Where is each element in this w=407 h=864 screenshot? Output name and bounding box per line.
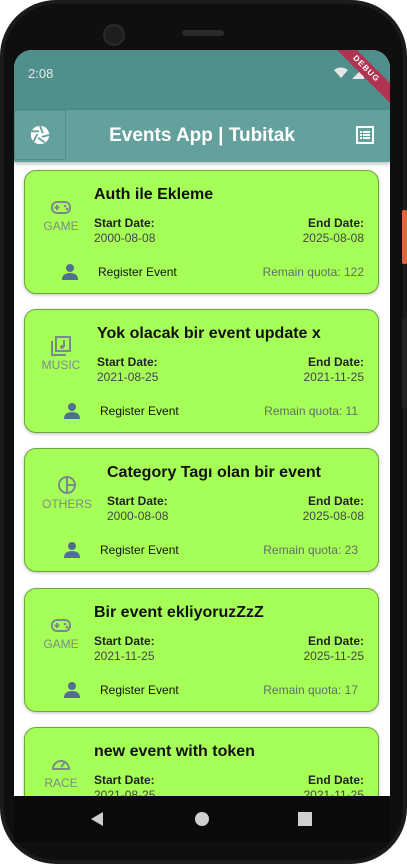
category-label: MUSIC (41, 358, 81, 372)
end-date: 2025-11-25 (303, 649, 365, 663)
end-date-label: End Date: (307, 355, 364, 369)
event-card[interactable]: GAME Auth ile Ekleme Start Date: 2000-08… (24, 170, 379, 294)
remain-quota: Remain quota: 23 (263, 543, 358, 557)
event-title: Auth ile Ekleme (94, 186, 214, 203)
start-date: 2021-08-25 (97, 370, 159, 384)
end-date: 2021-11-25 (303, 370, 365, 384)
device-screen: 2:08 DEBUG Events App | Tubitak GAME Aut… (14, 50, 390, 796)
back-triangle-icon (91, 812, 103, 826)
end-date: 2025-08-08 (302, 509, 364, 523)
category-label: RACE (44, 776, 78, 790)
person-icon (64, 682, 80, 698)
end-date-label: End Date: (307, 216, 364, 230)
person-icon (62, 264, 78, 280)
status-time: 2:08 (28, 66, 54, 81)
debug-banner: DEBUG (325, 50, 390, 110)
gamepad-icon (51, 201, 71, 214)
event-category: MUSIC (35, 336, 87, 372)
volume-button[interactable] (402, 318, 407, 408)
app-bar: Events App | Tubitak (14, 110, 390, 162)
end-date-label: End Date: (307, 773, 364, 787)
front-camera (103, 24, 125, 46)
start-date: 2021-08-25 (94, 788, 156, 796)
category-label: GAME (43, 219, 79, 233)
nav-home-button[interactable] (192, 809, 212, 829)
register-event-button[interactable]: Register Event (100, 543, 179, 557)
earpiece-speaker (182, 30, 224, 36)
start-date-label: Start Date: (94, 216, 155, 230)
event-category: OTHERS (37, 475, 97, 511)
pie-chart-icon (58, 476, 76, 494)
nav-back-button[interactable] (87, 809, 107, 829)
event-title: Category Tagı olan bir event (107, 464, 321, 481)
register-event-button[interactable]: Register Event (98, 265, 177, 279)
event-title: Bir event ekliyoruzZzZ (94, 604, 264, 621)
start-date-label: Start Date: (94, 634, 155, 648)
gamepad-icon (51, 619, 71, 632)
start-date-label: Start Date: (97, 355, 158, 369)
end-date: 2025-08-08 (302, 231, 364, 245)
event-card[interactable]: RACE new event with token Start Date: 20… (24, 727, 379, 796)
event-card[interactable]: OTHERS Category Tagı olan bir event Star… (24, 448, 379, 572)
remain-quota: Remain quota: 17 (263, 683, 358, 697)
end-date: 2021-11-25 (303, 788, 365, 796)
system-nav-bar (14, 796, 390, 842)
start-date-label: Start Date: (94, 773, 155, 787)
event-title: Yok olacak bir event update x (97, 325, 321, 342)
start-date: 2021-11-25 (94, 649, 155, 663)
app-title: Events App | Tubitak (109, 125, 295, 146)
register-event-button[interactable]: Register Event (100, 404, 179, 418)
status-bar: 2:08 DEBUG (14, 50, 390, 110)
event-category: GAME (35, 197, 87, 233)
start-date-label: Start Date: (107, 494, 168, 508)
category-label: GAME (43, 637, 79, 651)
list-button[interactable] (354, 124, 376, 146)
wifi-icon (334, 67, 348, 78)
remain-quota: Remain quota: 11 (264, 404, 358, 418)
phone-frame: 2:08 DEBUG Events App | Tubitak GAME Aut… (0, 0, 407, 864)
event-card[interactable]: MUSIC Yok olacak bir event update x Star… (24, 309, 379, 433)
person-icon (64, 542, 80, 558)
recents-square-icon (298, 812, 312, 826)
person-icon (64, 403, 80, 419)
end-date-label: End Date: (307, 634, 364, 648)
event-title: new event with token (94, 743, 255, 760)
event-category: GAME (35, 615, 87, 651)
nav-recents-button[interactable] (295, 809, 315, 829)
start-date: 2000-08-08 (107, 509, 169, 523)
list-icon (356, 126, 374, 144)
remain-quota: Remain quota: 122 (262, 265, 364, 279)
start-date: 2000-08-08 (94, 231, 156, 245)
events-list[interactable]: GAME Auth ile Ekleme Start Date: 2000-08… (14, 162, 390, 796)
event-card[interactable]: GAME Bir event ekliyoruzZzZ Start Date: … (24, 588, 379, 712)
end-date-label: End Date: (307, 494, 364, 508)
music-library-icon (51, 336, 71, 356)
category-label: OTHERS (41, 497, 92, 511)
home-circle-icon (195, 812, 209, 826)
speedometer-icon (51, 760, 71, 770)
event-category: RACE (35, 754, 87, 790)
side-button[interactable] (402, 210, 407, 264)
register-event-button[interactable]: Register Event (100, 683, 179, 697)
